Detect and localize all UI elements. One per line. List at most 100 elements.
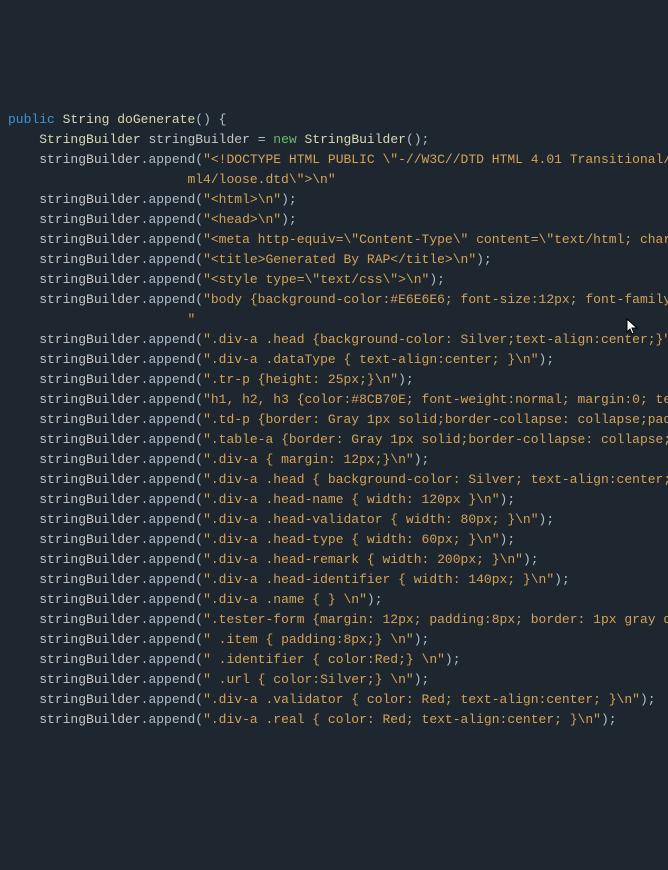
code-line[interactable]: stringBuilder.append("h1, h2, h3 {color:…	[8, 390, 668, 410]
token-punct: );	[414, 632, 430, 647]
token-str: " .item { padding:8px;} \n"	[203, 632, 414, 647]
token-str: "<title>Generated By RAP</title>\n"	[203, 252, 476, 267]
token-ident: stringBuilder	[39, 692, 140, 707]
code-line[interactable]: stringBuilder.append(".div-a .head-remar…	[8, 550, 668, 570]
token-str: ".div-a .head-name { width: 120px }\n"	[203, 492, 499, 507]
code-line[interactable]: stringBuilder.append(".div-a .name { } \…	[8, 590, 668, 610]
token-punct: );	[539, 512, 555, 527]
token-punct: (	[195, 572, 203, 587]
token-str: ".div-a .head {background-color: Silver;…	[203, 332, 668, 347]
token-punct: );	[367, 592, 383, 607]
token-method: append	[148, 692, 195, 707]
code-line[interactable]: stringBuilder.append(".tr-p {height: 25p…	[8, 370, 668, 390]
token-method: append	[148, 412, 195, 427]
code-line[interactable]: stringBuilder.append(".div-a .head-ident…	[8, 570, 668, 590]
token-str: "h1, h2, h3 {color:#8CB70E; font-weight:…	[203, 392, 668, 407]
token-punct: (	[195, 332, 203, 347]
code-line[interactable]: stringBuilder.append(" .url { color:Silv…	[8, 670, 668, 690]
code-line[interactable]: stringBuilder.append(".div-a .real { col…	[8, 710, 668, 730]
token-ident: stringBuilder	[39, 152, 140, 167]
token-punct: (	[195, 452, 203, 467]
code-line[interactable]: stringBuilder.append(".div-a .validator …	[8, 690, 668, 710]
code-line[interactable]	[8, 90, 668, 110]
code-line[interactable]: stringBuilder.append("<style type=\"text…	[8, 270, 668, 290]
token-ident: stringBuilder	[39, 712, 140, 727]
token-ident: stringBuilder	[39, 232, 140, 247]
token-punct: .	[141, 712, 149, 727]
token-str: "<meta http-equiv=\"Content-Type\" conte…	[203, 232, 668, 247]
token-method: append	[148, 152, 195, 167]
token-str: " .url { color:Silver;} \n"	[203, 672, 414, 687]
token-str: "<head>\n"	[203, 212, 281, 227]
token-ident: stringBuilder	[39, 252, 140, 267]
token-type: String	[63, 112, 110, 127]
token-punct: (	[195, 432, 203, 447]
token-fn: doGenerate	[117, 112, 195, 127]
token-punct: );	[398, 372, 414, 387]
token-new: new	[273, 132, 296, 147]
token-method: append	[148, 252, 195, 267]
code-line[interactable]: stringBuilder.append(" .item { padding:8…	[8, 630, 668, 650]
code-line[interactable]: stringBuilder.append(".div-a .head {back…	[8, 330, 668, 350]
code-editor[interactable]: public String doGenerate() { StringBuild…	[8, 90, 668, 730]
token-punct: );	[476, 252, 492, 267]
token-method: append	[148, 712, 195, 727]
token-ident: stringBuilder	[39, 372, 140, 387]
token-punct: );	[523, 552, 539, 567]
token-punct: (	[195, 592, 203, 607]
token-method: append	[148, 612, 195, 627]
token-method: append	[148, 352, 195, 367]
token-ident: stringBuilder	[39, 332, 140, 347]
code-line[interactable]: stringBuilder.append("<html>\n");	[8, 190, 668, 210]
token-ident: stringBuilder	[39, 212, 140, 227]
token-method: append	[148, 432, 195, 447]
code-line[interactable]: "	[8, 310, 668, 330]
token-punct: (	[195, 512, 203, 527]
code-line[interactable]: stringBuilder.append("<title>Generated B…	[8, 250, 668, 270]
token-punct: (	[195, 372, 203, 387]
token-punct: (	[195, 392, 203, 407]
token-method: append	[148, 452, 195, 467]
token-ident: stringBuilder	[39, 292, 140, 307]
code-line[interactable]: stringBuilder.append(".div-a .head-type …	[8, 530, 668, 550]
token-punct: .	[141, 672, 149, 687]
code-line[interactable]: stringBuilder.append(".tester-form {marg…	[8, 610, 668, 630]
code-line[interactable]: stringBuilder.append(".div-a .head-name …	[8, 490, 668, 510]
code-line[interactable]: stringBuilder.append("<meta http-equiv=\…	[8, 230, 668, 250]
code-line[interactable]: stringBuilder.append("<!DOCTYPE HTML PUB…	[8, 150, 668, 170]
token-str: ".tr-p {height: 25px;}\n"	[203, 372, 398, 387]
token-method: append	[148, 572, 195, 587]
token-ident: stringBuilder	[148, 132, 249, 147]
code-line[interactable]: StringBuilder stringBuilder = new String…	[8, 130, 668, 150]
token-sp	[297, 132, 305, 147]
token-str: ".td-p {border: Gray 1px solid;border-co…	[203, 412, 668, 427]
token-punct: (	[195, 652, 203, 667]
code-line[interactable]: stringBuilder.append("<head>\n");	[8, 210, 668, 230]
code-line[interactable]: public String doGenerate() {	[8, 110, 668, 130]
token-str: ".table-a {border: Gray 1px solid;border…	[203, 432, 668, 447]
code-line[interactable]: stringBuilder.append(" .identifier { col…	[8, 650, 668, 670]
token-str: "<html>\n"	[203, 192, 281, 207]
token-punct: (	[195, 632, 203, 647]
token-ident: stringBuilder	[39, 512, 140, 527]
code-line[interactable]: stringBuilder.append(".div-a { margin: 1…	[8, 450, 668, 470]
code-line[interactable]: stringBuilder.append(".div-a .head { bac…	[8, 470, 668, 490]
code-line[interactable]: ml4/loose.dtd\">\n"	[8, 170, 668, 190]
token-str: ".div-a .head { background-color: Silver…	[203, 472, 668, 487]
code-line[interactable]: stringBuilder.append(".table-a {border: …	[8, 430, 668, 450]
token-str: ".div-a .real { color: Red; text-align:c…	[203, 712, 601, 727]
token-punct: (	[195, 212, 203, 227]
code-line[interactable]: stringBuilder.append("body {background-c…	[8, 290, 668, 310]
token-str: ".div-a .head-type { width: 60px; }\n"	[203, 532, 499, 547]
token-sp	[55, 112, 63, 127]
token-ident: stringBuilder	[39, 632, 140, 647]
token-str: "body {background-color:#E6E6E6; font-si…	[203, 292, 668, 307]
token-type: StringBuilder	[39, 132, 140, 147]
token-punct: (	[195, 672, 203, 687]
token-punct: );	[500, 532, 516, 547]
code-line[interactable]: stringBuilder.append(".div-a .dataType {…	[8, 350, 668, 370]
token-punct: (	[195, 712, 203, 727]
code-line[interactable]: stringBuilder.append(".div-a .head-valid…	[8, 510, 668, 530]
code-line[interactable]: stringBuilder.append(".td-p {border: Gra…	[8, 410, 668, 430]
token-str: ".div-a .dataType { text-align:center; }…	[203, 352, 538, 367]
